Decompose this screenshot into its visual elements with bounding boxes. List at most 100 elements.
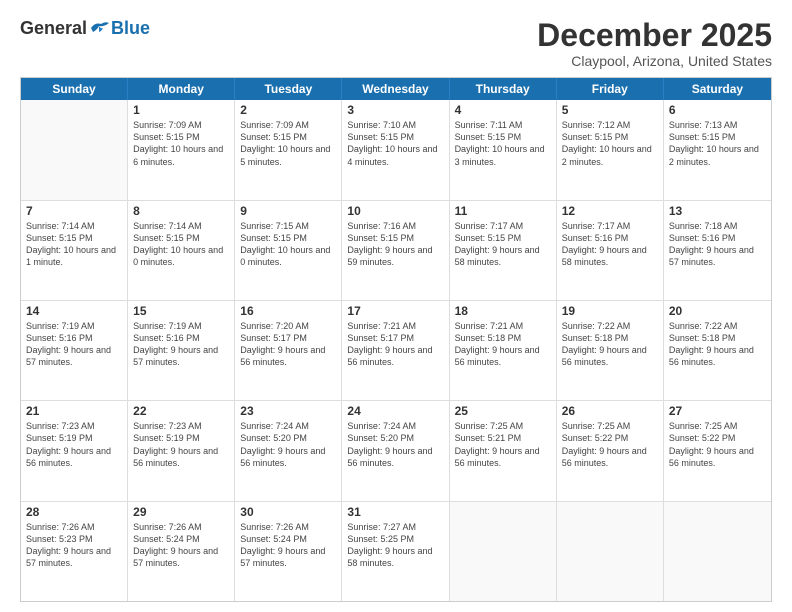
day-number: 21 (26, 404, 122, 418)
day-number: 11 (455, 204, 551, 218)
weekday-header: Tuesday (235, 78, 342, 100)
day-number: 15 (133, 304, 229, 318)
cell-info: Sunrise: 7:19 AMSunset: 5:16 PMDaylight:… (133, 320, 229, 369)
cell-info: Sunrise: 7:19 AMSunset: 5:16 PMDaylight:… (26, 320, 122, 369)
calendar-body: 1 Sunrise: 7:09 AMSunset: 5:15 PMDaylight… (21, 100, 771, 601)
day-number: 26 (562, 404, 658, 418)
calendar-row: 7 Sunrise: 7:14 AMSunset: 5:15 PMDaylight… (21, 201, 771, 301)
calendar-cell: 29Sunrise: 7:26 AMSunset: 5:24 PMDayligh… (128, 502, 235, 601)
day-number: 23 (240, 404, 336, 418)
calendar-cell (664, 502, 771, 601)
cell-info: Sunrise: 7:15 AMSunset: 5:15 PMDaylight:… (240, 220, 336, 269)
calendar-cell: 21 Sunrise: 7:23 AMSunset: 5:19 PMDayligh… (21, 401, 128, 500)
cell-info: Sunrise: 7:14 AMSunset: 5:15 PMDaylight:… (26, 220, 122, 269)
header: General Blue December 2025 Claypool, Ari… (20, 18, 772, 69)
cell-info: Sunrise: 7:09 AMSunset: 5:15 PMDaylight:… (240, 119, 336, 168)
page: General Blue December 2025 Claypool, Ari… (0, 0, 792, 612)
calendar-cell (21, 100, 128, 199)
cell-info: Sunrise: 7:24 AMSunset: 5:20 PMDaylight:… (347, 420, 443, 469)
day-number: 24 (347, 404, 443, 418)
weekday-header: Saturday (664, 78, 771, 100)
day-number: 27 (669, 404, 766, 418)
cell-info: Sunrise: 7:17 AMSunset: 5:15 PMDaylight:… (455, 220, 551, 269)
calendar-cell: 20Sunrise: 7:22 AMSunset: 5:18 PMDayligh… (664, 301, 771, 400)
day-number: 29 (133, 505, 229, 519)
cell-info: Sunrise: 7:27 AMSunset: 5:25 PMDaylight:… (347, 521, 443, 570)
day-number: 12 (562, 204, 658, 218)
calendar-cell: 8 Sunrise: 7:14 AMSunset: 5:15 PMDaylight… (128, 201, 235, 300)
calendar-cell: 12Sunrise: 7:17 AMSunset: 5:16 PMDayligh… (557, 201, 664, 300)
cell-info: Sunrise: 7:23 AMSunset: 5:19 PMDaylight:… (133, 420, 229, 469)
calendar-cell: 9 Sunrise: 7:15 AMSunset: 5:15 PMDaylight… (235, 201, 342, 300)
calendar-cell: 18Sunrise: 7:21 AMSunset: 5:18 PMDayligh… (450, 301, 557, 400)
weekday-header: Sunday (21, 78, 128, 100)
day-number: 31 (347, 505, 443, 519)
weekday-header: Thursday (450, 78, 557, 100)
calendar-cell: 6Sunrise: 7:13 AMSunset: 5:15 PMDaylight… (664, 100, 771, 199)
logo-bird-icon (89, 20, 111, 38)
calendar-cell: 5 Sunrise: 7:12 AMSunset: 5:15 PMDaylight… (557, 100, 664, 199)
cell-info: Sunrise: 7:21 AMSunset: 5:17 PMDaylight:… (347, 320, 443, 369)
day-number: 8 (133, 204, 229, 218)
title-section: December 2025 Claypool, Arizona, United … (537, 18, 772, 69)
calendar-header: SundayMondayTuesdayWednesdayThursdayFrid… (21, 78, 771, 100)
cell-info: Sunrise: 7:24 AMSunset: 5:20 PMDaylight:… (240, 420, 336, 469)
calendar-cell: 15 Sunrise: 7:19 AMSunset: 5:16 PMDayligh… (128, 301, 235, 400)
calendar-cell: 26Sunrise: 7:25 AMSunset: 5:22 PMDayligh… (557, 401, 664, 500)
day-number: 25 (455, 404, 551, 418)
day-number: 30 (240, 505, 336, 519)
calendar-cell: 13 Sunrise: 7:18 AMSunset: 5:16 PMDayligh… (664, 201, 771, 300)
cell-info: Sunrise: 7:26 AMSunset: 5:24 PMDaylight:… (240, 521, 336, 570)
calendar-cell: 17 Sunrise: 7:21 AMSunset: 5:17 PMDayligh… (342, 301, 449, 400)
cell-info: Sunrise: 7:20 AMSunset: 5:17 PMDaylight:… (240, 320, 336, 369)
calendar-cell: 25Sunrise: 7:25 AMSunset: 5:21 PMDayligh… (450, 401, 557, 500)
calendar-cell: 31 Sunrise: 7:27 AMSunset: 5:25 PMDayligh… (342, 502, 449, 601)
calendar-cell: 11 Sunrise: 7:17 AMSunset: 5:15 PMDayligh… (450, 201, 557, 300)
calendar-cell: 7 Sunrise: 7:14 AMSunset: 5:15 PMDaylight… (21, 201, 128, 300)
weekday-header: Monday (128, 78, 235, 100)
calendar-cell: 22 Sunrise: 7:23 AMSunset: 5:19 PMDayligh… (128, 401, 235, 500)
day-number: 17 (347, 304, 443, 318)
day-number: 7 (26, 204, 122, 218)
cell-info: Sunrise: 7:14 AMSunset: 5:15 PMDaylight:… (133, 220, 229, 269)
calendar-cell: 28Sunrise: 7:26 AMSunset: 5:23 PMDayligh… (21, 502, 128, 601)
cell-info: Sunrise: 7:11 AMSunset: 5:15 PMDaylight:… (455, 119, 551, 168)
calendar-cell: 30 Sunrise: 7:26 AMSunset: 5:24 PMDayligh… (235, 502, 342, 601)
day-number: 5 (562, 103, 658, 117)
day-number: 28 (26, 505, 122, 519)
logo: General Blue (20, 18, 150, 39)
day-number: 3 (347, 103, 443, 117)
calendar: SundayMondayTuesdayWednesdayThursdayFrid… (20, 77, 772, 602)
calendar-cell: 14Sunrise: 7:19 AMSunset: 5:16 PMDayligh… (21, 301, 128, 400)
month-title: December 2025 (537, 18, 772, 53)
cell-info: Sunrise: 7:13 AMSunset: 5:15 PMDaylight:… (669, 119, 766, 168)
cell-info: Sunrise: 7:16 AMSunset: 5:15 PMDaylight:… (347, 220, 443, 269)
calendar-cell: 4 Sunrise: 7:11 AMSunset: 5:15 PMDaylight… (450, 100, 557, 199)
day-number: 18 (455, 304, 551, 318)
day-number: 4 (455, 103, 551, 117)
cell-info: Sunrise: 7:23 AMSunset: 5:19 PMDaylight:… (26, 420, 122, 469)
cell-info: Sunrise: 7:25 AMSunset: 5:22 PMDaylight:… (669, 420, 766, 469)
cell-info: Sunrise: 7:12 AMSunset: 5:15 PMDaylight:… (562, 119, 658, 168)
calendar-cell: 23 Sunrise: 7:24 AMSunset: 5:20 PMDayligh… (235, 401, 342, 500)
weekday-header: Wednesday (342, 78, 449, 100)
cell-info: Sunrise: 7:09 AMSunset: 5:15 PMDaylight:… (133, 119, 229, 168)
calendar-cell: 3Sunrise: 7:10 AMSunset: 5:15 PMDaylight… (342, 100, 449, 199)
day-number: 9 (240, 204, 336, 218)
calendar-row: 28Sunrise: 7:26 AMSunset: 5:23 PMDayligh… (21, 502, 771, 601)
day-number: 13 (669, 204, 766, 218)
cell-info: Sunrise: 7:22 AMSunset: 5:18 PMDaylight:… (669, 320, 766, 369)
day-number: 22 (133, 404, 229, 418)
calendar-cell (557, 502, 664, 601)
day-number: 10 (347, 204, 443, 218)
calendar-cell: 19Sunrise: 7:22 AMSunset: 5:18 PMDayligh… (557, 301, 664, 400)
logo-blue-text: Blue (111, 18, 150, 39)
day-number: 1 (133, 103, 229, 117)
calendar-row: 21 Sunrise: 7:23 AMSunset: 5:19 PMDayligh… (21, 401, 771, 501)
calendar-cell (450, 502, 557, 601)
calendar-cell: 27 Sunrise: 7:25 AMSunset: 5:22 PMDayligh… (664, 401, 771, 500)
day-number: 19 (562, 304, 658, 318)
location: Claypool, Arizona, United States (537, 53, 772, 69)
calendar-cell: 10 Sunrise: 7:16 AMSunset: 5:15 PMDayligh… (342, 201, 449, 300)
cell-info: Sunrise: 7:18 AMSunset: 5:16 PMDaylight:… (669, 220, 766, 269)
